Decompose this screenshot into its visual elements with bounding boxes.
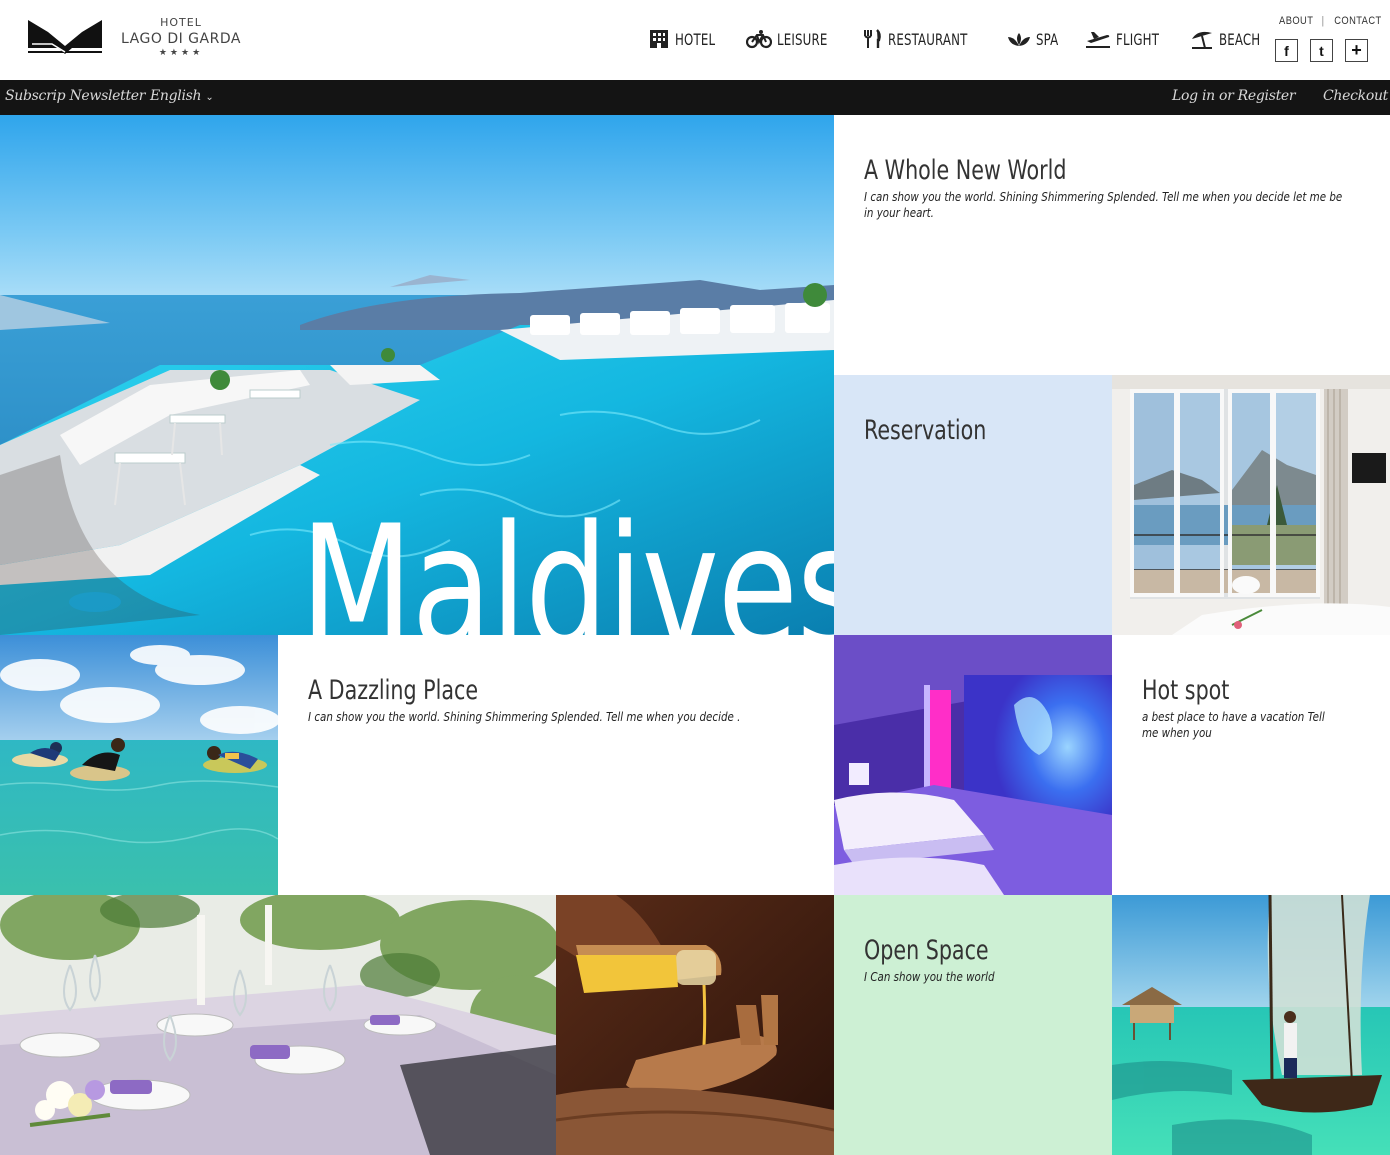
twitter-icon: t [1319,42,1324,59]
checkout-link[interactable]: Checkout [1323,88,1388,104]
airplane-icon [1085,32,1110,48]
hotel-logo-icon[interactable] [28,18,102,58]
contact-link[interactable]: CONTACT [1334,15,1381,27]
top-links-separator: | [1321,15,1325,27]
nav-label-leisure: LEISURE [777,29,828,49]
tile-reservation[interactable]: Reservation [834,375,1112,635]
swimmers-scene-image [0,635,278,895]
bicycle-icon [746,30,773,49]
tile-dazzling-place[interactable]: A Dazzling Place I can show you the worl… [278,635,834,895]
sailboat-lagoon-image[interactable] [1112,895,1390,1155]
login-register-link[interactable]: Log in or Register [1172,88,1296,104]
hero-word: Maldives [300,489,834,635]
nav-item-beach[interactable]: BEACH [1190,29,1269,49]
building-icon [650,30,668,48]
dazzling-text: I can show you the world. Shining Shimme… [308,710,741,724]
hero-pool-image[interactable]: Maldives [0,115,834,635]
reservation-title: Reservation [864,415,987,446]
open-space-title: Open Space [864,935,989,966]
facebook-button[interactable]: f [1275,39,1298,62]
nav-label-flight: FLIGHT [1115,29,1159,49]
logo-hotel-name: LAGO DI GARDA [121,31,241,47]
dining-scene-image [0,895,556,1155]
hotspot-title: Hot spot [1142,675,1230,706]
tile-hot-spot[interactable]: Hot spot a best place to have a vacation… [1112,635,1390,895]
tile-whole-new-world[interactable]: A Whole New World I can show you the wor… [834,115,1390,375]
nav-label-spa: SPA [1035,29,1058,49]
spa-scene-image [834,635,1112,895]
language-label: English [150,88,202,104]
lagoon-scene-image [1112,895,1390,1155]
language-selector[interactable]: English ⌄ [150,88,214,104]
nav-item-flight[interactable]: FLIGHT [1085,29,1169,49]
massage-oil-image[interactable] [556,895,834,1155]
nav-item-hotel[interactable]: HOTEL [648,29,724,49]
newsletter-link[interactable]: Subscrip Newsletter [5,88,145,104]
massage-scene-image [556,895,834,1155]
nav-item-leisure[interactable]: LEISURE [746,29,839,49]
umbrella-icon [1192,31,1213,49]
nav-label-hotel: HOTEL [675,29,716,49]
room-scene-image [1112,375,1390,635]
lotus-icon [1007,33,1030,46]
chevron-down-icon: ⌄ [205,92,214,103]
utility-bar: Subscrip Newsletter English ⌄ Log in or … [0,80,1390,115]
dazzling-title: A Dazzling Place [308,675,479,706]
hotspot-text: a best place to have a vacation Tell me … [1142,710,1325,740]
logo-hotel-label: HOTEL [160,16,202,29]
fork-knife-icon [863,29,881,48]
plus-icon: + [1351,40,1362,60]
facebook-icon: f [1284,42,1289,59]
hotel-wordmark[interactable]: HOTEL LAGO DI GARDA ★★★★ [118,16,244,58]
main-nav: HOTEL LEISURE RESTAURANT SPA FLIGHT BEAC… [648,26,1292,52]
nav-label-restaurant: RESTAURANT [887,29,968,49]
whole-world-text: I can show you the world. Shining Shimme… [864,190,1343,220]
dining-table-image[interactable] [0,895,556,1155]
hotel-room-image[interactable] [1112,375,1390,635]
site-header: HOTEL LAGO DI GARDA ★★★★ HOTEL LEISURE R… [0,0,1390,80]
whole-world-title: A Whole New World [864,155,1067,186]
nav-label-beach: BEACH [1219,29,1261,49]
logo-stars: ★★★★ [158,48,204,58]
twitter-button[interactable]: t [1310,39,1333,62]
tile-open-space[interactable]: Open Space I Can show you the world [834,895,1112,1155]
nav-item-restaurant[interactable]: RESTAURANT [861,29,985,49]
swimmers-image[interactable] [0,635,278,895]
nav-item-spa[interactable]: SPA [1007,29,1063,49]
about-link[interactable]: ABOUT [1279,15,1313,27]
top-links: ABOUT | CONTACT [1276,15,1386,27]
spa-room-image[interactable] [834,635,1112,895]
open-space-text: I Can show you the world [864,970,995,984]
plus-button[interactable]: + [1345,39,1368,62]
